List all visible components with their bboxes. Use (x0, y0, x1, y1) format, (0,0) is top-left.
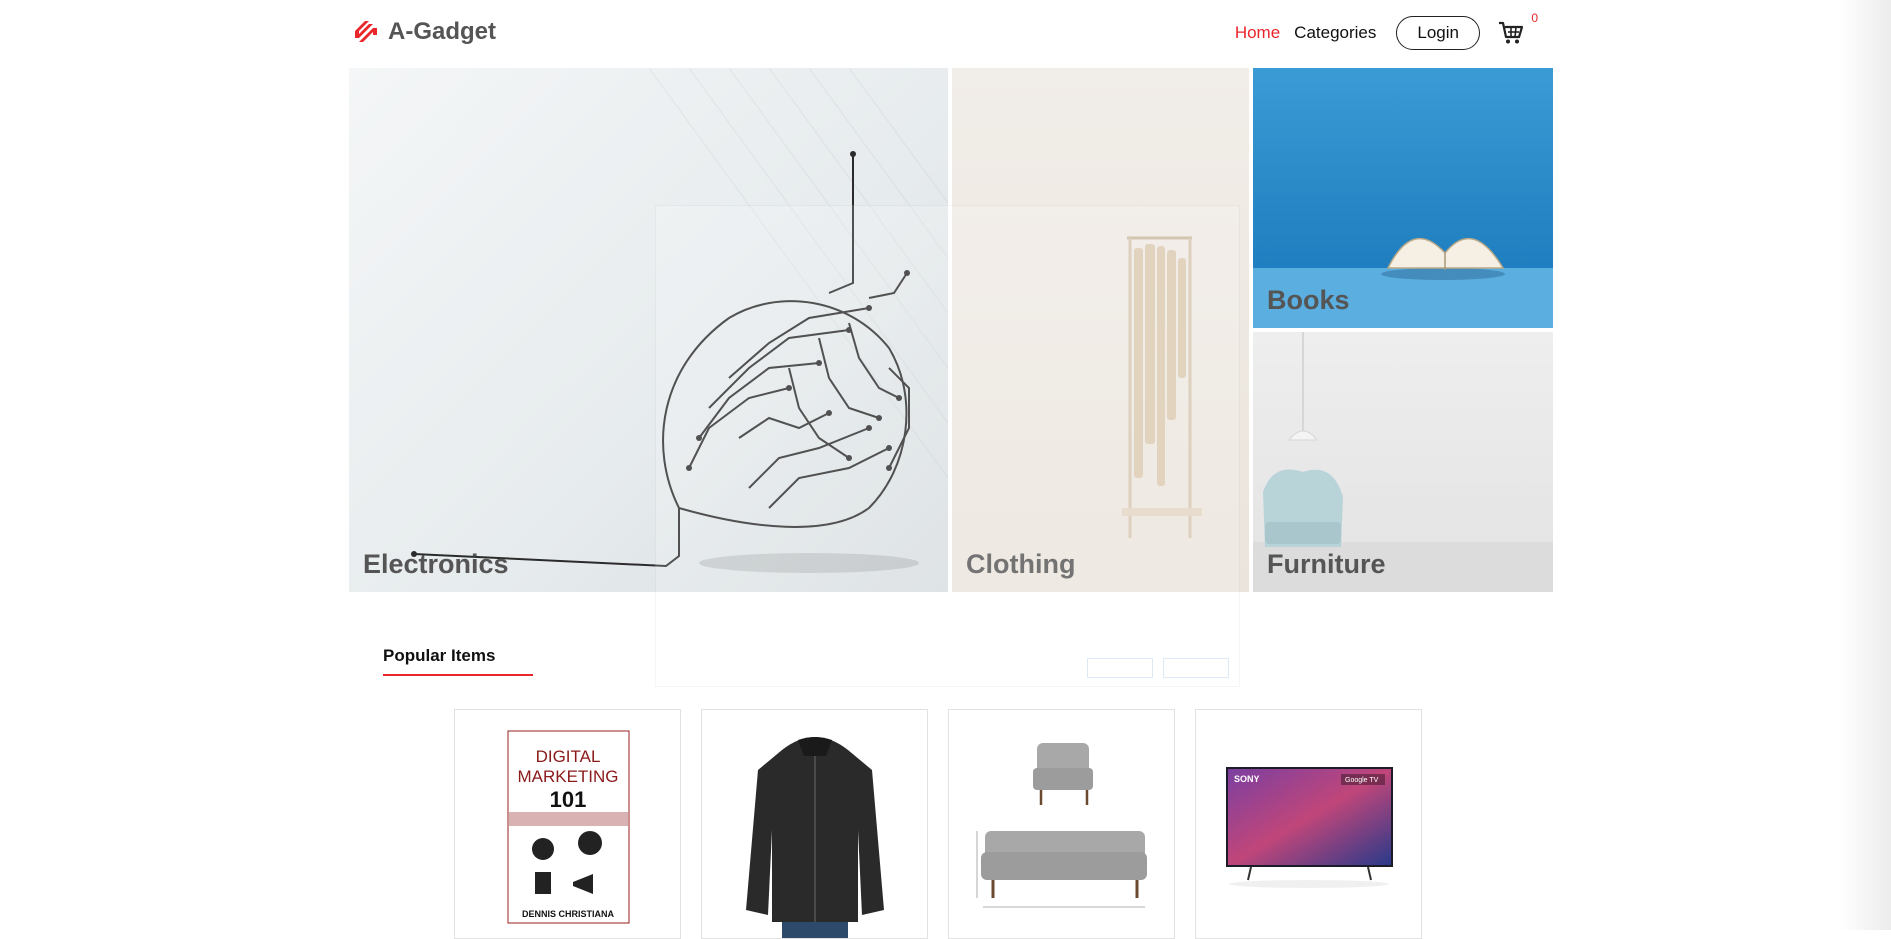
product-card[interactable] (948, 709, 1175, 939)
logo-icon (355, 21, 377, 42)
category-grid: Electronics Clothing Books Furniture (349, 68, 1553, 592)
svg-text:Google TV: Google TV (1345, 777, 1379, 784)
category-tile-clothing[interactable]: Clothing (952, 68, 1249, 592)
circuit-brain-image (411, 68, 948, 573)
popular-title: Popular Items (383, 646, 496, 665)
category-label-clothing: Clothing (966, 549, 1076, 579)
category-tile-furniture[interactable]: Furniture (1253, 332, 1553, 592)
book-cover-image: DIGITAL MARKETING 101 DENNIS CHRISTIANA (507, 730, 630, 924)
sony-tv-image: SONY Google TV (1226, 767, 1393, 888)
cart-button[interactable]: 0 (1498, 11, 1538, 46)
category-label-books: Books (1267, 285, 1350, 315)
product-card[interactable] (701, 709, 928, 939)
cart-icon (1499, 21, 1524, 44)
svg-text:MARKETING: MARKETING (517, 767, 618, 786)
svg-text:DIGITAL: DIGITAL (536, 747, 601, 766)
svg-text:SONY: SONY (1234, 774, 1260, 784)
product-card[interactable]: SONY Google TV (1195, 709, 1422, 939)
brand-logo[interactable]: A-Gadget (352, 18, 496, 46)
category-tile-books[interactable]: Books (1253, 68, 1553, 328)
popular-underline (383, 674, 533, 676)
login-button[interactable]: Login (1396, 16, 1480, 50)
nav-home-link[interactable]: Home (1235, 23, 1280, 43)
clothing-rack-image (1122, 236, 1202, 538)
category-tile-electronics[interactable]: Electronics (349, 68, 948, 592)
ghost-next-button (1087, 658, 1153, 678)
page-edge-shadow (1839, 0, 1891, 930)
ghost-cancel-button (1163, 658, 1229, 678)
product-list: DIGITAL MARKETING 101 DENNIS CHRISTIANA (454, 709, 1422, 939)
category-label-electronics: Electronics (363, 549, 509, 579)
category-label-furniture: Furniture (1267, 549, 1386, 579)
leather-jacket-image (746, 737, 884, 938)
sofa-set-image (976, 743, 1147, 908)
nav-categories-link[interactable]: Categories (1294, 23, 1376, 43)
main-nav: Home Categories Login 0 (1235, 11, 1538, 50)
site-header: A-Gadget Home Categories Login 0 (348, 0, 1552, 66)
brand-name: A-Gadget (388, 18, 496, 45)
svg-text:101: 101 (550, 787, 587, 812)
svg-text:DENNIS CHRISTIANA: DENNIS CHRISTIANA (522, 909, 615, 919)
popular-section-header: Popular Items (383, 646, 533, 676)
cart-count-badge: 0 (1531, 11, 1538, 25)
product-card[interactable]: DIGITAL MARKETING 101 DENNIS CHRISTIANA (454, 709, 681, 939)
